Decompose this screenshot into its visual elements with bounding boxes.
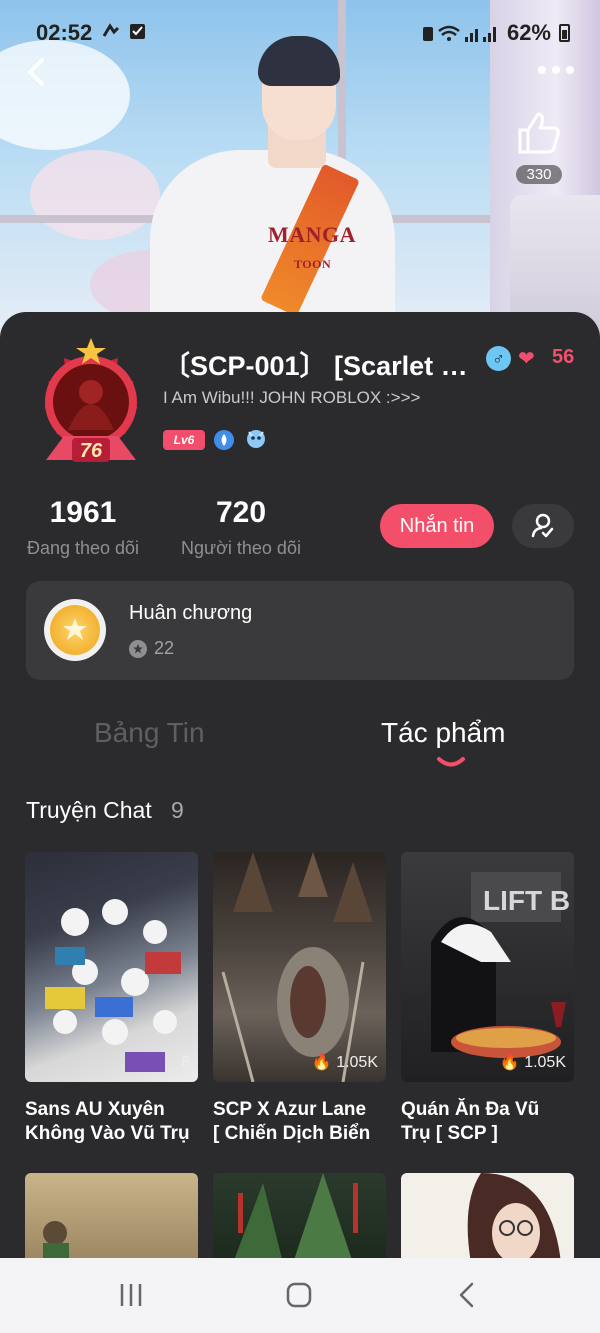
battery-icon xyxy=(559,24,570,42)
like-count: 330 xyxy=(516,165,562,184)
status-bar: 02:52 62% xyxy=(0,0,600,64)
star-icon xyxy=(129,640,147,658)
home-button[interactable] xyxy=(284,1281,314,1309)
followers-stat[interactable]: 720 Người theo dõi xyxy=(176,496,306,559)
work-thumbnail: 🔥 1.05K xyxy=(213,852,386,1082)
work-title: Quán Ăn Đa Vũ Trụ [ SCP ] xyxy=(401,1099,540,1144)
more-options-button[interactable] xyxy=(538,66,574,74)
followers-label: Người theo dõi xyxy=(181,538,301,558)
medal-icon xyxy=(44,599,106,661)
work-thumbnail xyxy=(43,1221,69,1263)
chevron-left-icon xyxy=(459,1282,474,1308)
level-badge[interactable]: Lv6 xyxy=(163,430,205,450)
tab-active-indicator xyxy=(437,757,465,767)
avatar-level: 76 xyxy=(80,440,103,462)
profile-panel: 76 〔SCP-001〕 [Scarlet King] ♂ ❤ 56 I Am … xyxy=(0,312,600,1263)
work-thumbnail xyxy=(467,1173,561,1263)
more-dot-icon xyxy=(566,66,574,74)
battery-percent: 62% xyxy=(506,20,551,45)
status-time: 02:52 xyxy=(36,20,93,45)
hearts-icon: ❤ xyxy=(518,348,535,370)
section-count: 9 xyxy=(171,797,184,823)
work-views: 🔥 1.05K xyxy=(499,1054,566,1071)
droplet-badge-icon[interactable] xyxy=(214,430,234,450)
hearts-count: 56 xyxy=(552,346,575,368)
work-thumbnail: LIFT B 🔥 1.05K xyxy=(401,852,574,1082)
profile-name: 〔SCP-001〕 [Scarlet King] xyxy=(163,351,473,381)
avatar-frame: 76 xyxy=(44,338,138,462)
medal-title: Huân chương xyxy=(129,602,253,624)
follow-user-button[interactable] xyxy=(512,504,574,548)
home-icon xyxy=(286,1282,312,1308)
following-label: Đang theo dõi xyxy=(26,538,140,558)
user-check-icon xyxy=(531,513,554,538)
like-button[interactable]: 330 xyxy=(512,110,566,184)
thumbs-up-icon xyxy=(518,112,560,154)
work-thumbnail xyxy=(233,1173,358,1263)
message-button[interactable]: Nhắn tin xyxy=(380,504,494,548)
notification-icons xyxy=(102,22,146,47)
notification-icon xyxy=(102,23,145,39)
work-card[interactable] xyxy=(25,1173,198,1263)
work-title: Sans AU Xuyên Không Vào Vũ Trụ xyxy=(25,1099,190,1144)
work-card[interactable] xyxy=(213,1173,386,1263)
work-card[interactable]: 6 Sans AU Xuyên Không Vào Vũ Trụ xyxy=(25,852,198,1146)
ghost-badge-icon[interactable] xyxy=(245,428,267,450)
following-stat[interactable]: 1961 Đang theo dõi xyxy=(24,496,142,559)
work-views: 🔥 1.05K xyxy=(311,1054,378,1071)
recent-apps-button[interactable] xyxy=(116,1281,146,1309)
back-button[interactable] xyxy=(22,54,52,90)
work-thumbnail: 6 xyxy=(25,852,198,1082)
work-views: 6 xyxy=(181,1054,190,1071)
male-icon: ♂ xyxy=(486,346,511,371)
back-nav-button[interactable] xyxy=(452,1281,482,1309)
chevron-left-icon xyxy=(28,58,44,86)
svg-text:LIFT B: LIFT B xyxy=(483,885,570,916)
followers-count: 720 xyxy=(215,496,267,529)
work-card[interactable]: LIFT B 🔥 1.05K Quán Ăn Đa Vũ Trụ [ SCP ] xyxy=(401,852,574,1146)
work-card[interactable]: 🔥 1.05K SCP X Azur Lane [ Chiến Dịch Biể… xyxy=(213,852,386,1146)
tab-feed[interactable]: Bảng Tin xyxy=(94,717,205,749)
signal-wifi-icon xyxy=(422,25,496,42)
profile-bio: I Am Wibu!!! JOHN ROBLOX :>>> xyxy=(163,388,421,407)
more-dot-icon xyxy=(538,66,546,74)
fire-icon: 🔥 xyxy=(311,1054,332,1071)
medal-card[interactable]: Huân chương 22 xyxy=(26,581,574,680)
fire-icon: 🔥 xyxy=(499,1054,520,1071)
work-card[interactable] xyxy=(401,1173,574,1263)
more-dot-icon xyxy=(552,66,560,74)
medal-count: 22 xyxy=(154,638,175,658)
work-title: SCP X Azur Lane [ Chiến Dịch Biển xyxy=(213,1099,371,1144)
shirt-logo: MANGA TOON xyxy=(268,222,357,271)
avatar[interactable]: 76 xyxy=(28,338,154,472)
tab-works[interactable]: Tác phẩm xyxy=(381,717,506,749)
system-nav-bar xyxy=(0,1258,600,1333)
section-title: Truyện Chat xyxy=(26,797,152,823)
following-count: 1961 xyxy=(49,496,117,529)
recents-icon xyxy=(120,1284,142,1306)
